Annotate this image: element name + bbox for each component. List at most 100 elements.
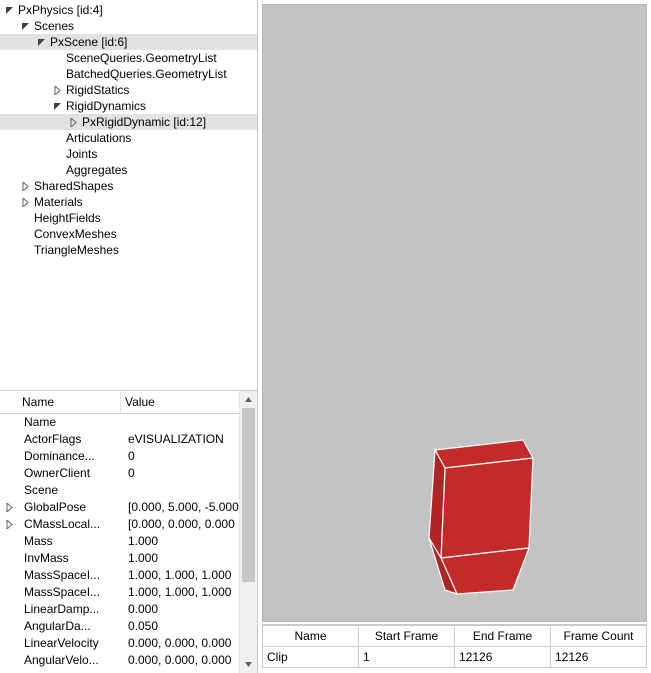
property-value[interactable]: 1.000 [122, 533, 257, 550]
clip-table-header-row: Name Start Frame End Frame Frame Count [263, 626, 647, 647]
tree-item-label: PxScene [id:6] [49, 34, 127, 50]
tree-row[interactable]: BatchedQueries.GeometryList [0, 66, 257, 82]
property-value[interactable]: [0.000, 5.000, -5.000 ;1.... [122, 499, 257, 516]
chevron-down-icon[interactable] [4, 5, 15, 16]
property-name: ActorFlags [18, 431, 122, 448]
property-list[interactable]: NameActorFlagseVISUALIZATIONDominance...… [0, 414, 257, 669]
property-row[interactable]: Dominance...0 [0, 448, 257, 465]
tree-item-label: TriangleMeshes [33, 242, 119, 258]
tree-item-label: SharedShapes [33, 178, 113, 194]
property-row[interactable]: OwnerClient0 [0, 465, 257, 482]
clip-col-name[interactable]: Name [263, 626, 359, 647]
tree-item-label: RigidDynamics [65, 98, 146, 114]
property-name: LinearVelocity [18, 635, 122, 652]
tree-item-label: Scenes [33, 18, 74, 34]
chevron-right-icon[interactable] [68, 117, 79, 128]
property-value[interactable]: 0.050 [122, 618, 257, 635]
scene-tree[interactable]: PxPhysics [id:4]ScenesPxScene [id:6]Scen… [0, 0, 257, 258]
property-value[interactable]: 0 [122, 448, 257, 465]
tree-row[interactable]: SharedShapes [0, 178, 257, 194]
chevron-down-icon[interactable] [52, 101, 63, 112]
property-header: Name Value [0, 391, 257, 414]
tree-item-label: Joints [65, 146, 97, 162]
clip-col-end-frame[interactable]: End Frame [455, 626, 551, 647]
tree-row[interactable]: SceneQueries.GeometryList [0, 50, 257, 66]
rigid-dynamic-cube [423, 430, 553, 595]
property-name: AngularVelo... [18, 652, 122, 669]
property-value[interactable]: 1.000, 1.000, 1.000 [122, 584, 257, 601]
tree-item-label: PxPhysics [id:4] [17, 2, 103, 18]
property-scrollbar[interactable] [239, 391, 257, 673]
property-name: Scene [18, 482, 122, 499]
property-row[interactable]: MassSpaceI...1.000, 1.000, 1.000 [0, 567, 257, 584]
tree-item-label: Materials [33, 194, 83, 210]
clip-cell-end-frame[interactable]: 12126 [455, 647, 551, 668]
tree-item-label: SceneQueries.GeometryList [65, 50, 217, 66]
chevron-down-icon[interactable] [20, 21, 31, 32]
property-value[interactable]: 1.000, 1.000, 1.000 [122, 567, 257, 584]
property-row[interactable]: ActorFlagseVISUALIZATION [0, 431, 257, 448]
clip-table-row[interactable]: Clip 1 12126 12126 [263, 647, 647, 668]
property-row[interactable]: AngularVelo...0.000, 0.000, 0.000 [0, 652, 257, 669]
tree-row[interactable]: Materials [0, 194, 257, 210]
tree-row[interactable]: TriangleMeshes [0, 242, 257, 258]
property-row[interactable]: AngularDa...0.050 [0, 618, 257, 635]
viewport-3d[interactable] [262, 4, 647, 622]
tree-item-label: Aggregates [65, 162, 127, 178]
property-row[interactable]: Name [0, 414, 257, 431]
clip-cell-start-frame[interactable]: 1 [359, 647, 455, 668]
property-name: AngularDa... [18, 618, 122, 635]
chevron-right-icon[interactable] [0, 503, 18, 512]
clip-table[interactable]: Name Start Frame End Frame Frame Count C… [262, 625, 647, 668]
tree-item-label: Articulations [65, 130, 131, 146]
clip-col-start-frame[interactable]: Start Frame [359, 626, 455, 647]
property-value[interactable]: 0.000, 0.000, 0.000 [122, 635, 257, 652]
tree-row[interactable]: PxPhysics [id:4] [0, 2, 257, 18]
chevron-right-icon[interactable] [52, 85, 63, 96]
chevron-right-icon[interactable] [20, 197, 31, 208]
property-value[interactable]: [0.000, 0.000, 0.000 ;0.... [122, 516, 257, 533]
property-value[interactable]: 0 [122, 465, 257, 482]
chevron-right-icon[interactable] [0, 520, 18, 529]
property-value[interactable]: 0.000 [122, 601, 257, 618]
scroll-thumb[interactable] [242, 408, 255, 582]
tree-row[interactable]: Aggregates [0, 162, 257, 178]
tree-row[interactable]: Articulations [0, 130, 257, 146]
property-row[interactable]: MassSpaceI...1.000, 1.000, 1.000 [0, 584, 257, 601]
property-row[interactable]: InvMass1.000 [0, 550, 257, 567]
tree-item-label: ConvexMeshes [33, 226, 117, 242]
property-row[interactable]: Mass1.000 [0, 533, 257, 550]
tree-item-label: RigidStatics [65, 82, 129, 98]
property-row[interactable]: GlobalPose[0.000, 5.000, -5.000 ;1.... [0, 499, 257, 516]
property-row[interactable]: CMassLocal...[0.000, 0.000, 0.000 ;0.... [0, 516, 257, 533]
property-name: OwnerClient [18, 465, 122, 482]
scroll-down-button[interactable] [240, 656, 257, 673]
property-value[interactable]: eVISUALIZATION [122, 431, 257, 448]
tree-row[interactable]: PxScene [id:6] [0, 34, 257, 50]
tree-row[interactable]: RigidStatics [0, 82, 257, 98]
property-row[interactable]: Scene [0, 482, 257, 499]
property-value[interactable]: 1.000 [122, 550, 257, 567]
property-name: InvMass [18, 550, 122, 567]
tree-row[interactable]: Scenes [0, 18, 257, 34]
property-row[interactable]: LinearVelocity0.000, 0.000, 0.000 [0, 635, 257, 652]
chevron-right-icon[interactable] [20, 181, 31, 192]
tree-item-label: BatchedQueries.GeometryList [65, 66, 227, 82]
tree-row[interactable]: Joints [0, 146, 257, 162]
property-value[interactable]: 0.000, 0.000, 0.000 [122, 652, 257, 669]
tree-row[interactable]: ConvexMeshes [0, 226, 257, 242]
tree-row[interactable]: PxRigidDynamic [id:12] [0, 114, 257, 130]
property-name: LinearDamp... [18, 601, 122, 618]
tree-row[interactable]: RigidDynamics [0, 98, 257, 114]
property-header-value[interactable]: Value [121, 391, 257, 413]
tree-row[interactable]: HeightFields [0, 210, 257, 226]
clip-col-frame-count[interactable]: Frame Count [551, 626, 647, 647]
property-name: Name [18, 414, 122, 431]
property-row[interactable]: LinearDamp...0.000 [0, 601, 257, 618]
property-header-name[interactable]: Name [18, 391, 121, 413]
clip-cell-name[interactable]: Clip [263, 647, 359, 668]
scroll-up-button[interactable] [240, 391, 257, 408]
chevron-down-icon[interactable] [36, 37, 47, 48]
property-name: MassSpaceI... [18, 584, 122, 601]
clip-cell-frame-count[interactable]: 12126 [551, 647, 647, 668]
